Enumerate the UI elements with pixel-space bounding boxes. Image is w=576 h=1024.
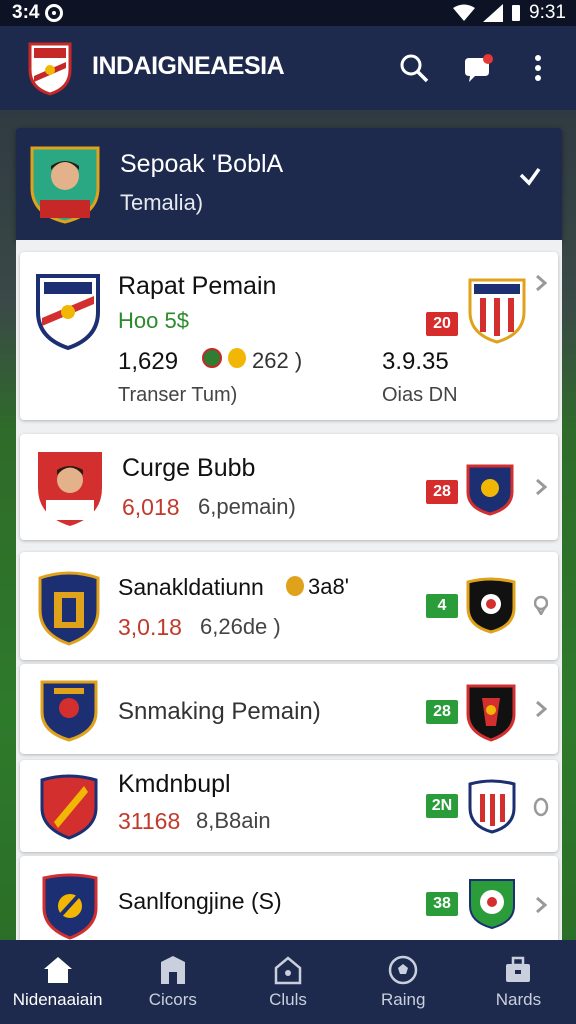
card-title: Kmdnbupl xyxy=(118,770,231,798)
medal-icon xyxy=(286,576,304,596)
nav-label: Nards xyxy=(495,990,542,1009)
card-label: Transer Tum) xyxy=(118,384,238,406)
card-right-label: Oias DN xyxy=(382,384,458,406)
status-left: 3:4 xyxy=(12,2,64,24)
status-time-left: 3:4 xyxy=(12,2,40,23)
chevron-right-icon[interactable] xyxy=(530,476,552,498)
card-title: Snmaking Pemain) xyxy=(118,698,321,725)
player-avatar xyxy=(30,146,100,224)
card-title: Curge Bubb xyxy=(122,454,256,482)
list-item[interactable]: Kmdnbupl 31168 8,B8ain 2N xyxy=(20,760,558,852)
nav-item-clubs[interactable]: Cluls xyxy=(230,940,345,1024)
rating-badge: 28 xyxy=(426,700,458,724)
card-value-suffix: 6,pemain) xyxy=(198,494,296,519)
card-value: 31168 xyxy=(118,808,181,834)
opponent-crest xyxy=(466,577,516,634)
club-crest xyxy=(42,873,98,940)
rating-badge: 28 xyxy=(426,480,458,504)
nav-item-cicors[interactable]: Cicors xyxy=(115,940,230,1024)
card-value-suffix: 8,B8ain xyxy=(196,808,271,833)
card-title-suffix: 3a8' xyxy=(308,574,349,599)
status-time: 9:31 xyxy=(529,2,566,23)
notification-icon xyxy=(45,4,64,22)
list-panel: Rapat Pemain Hoo 5$ 1,629 262 ) Transer … xyxy=(16,240,562,948)
building-icon xyxy=(160,956,185,984)
card-value: Hoo 5$ xyxy=(118,308,189,333)
list-item[interactable]: Sanakldatiunn 3a8' 3,0.18 6,26de ) 4 xyxy=(20,552,558,660)
notifications-button[interactable] xyxy=(458,48,498,88)
battery-icon xyxy=(512,5,521,21)
opponent-crest xyxy=(466,464,514,516)
chevron-right-icon[interactable] xyxy=(530,272,552,294)
more-options-button[interactable] xyxy=(518,48,558,88)
chevron-collapse-icon xyxy=(519,167,541,186)
house-outline-icon xyxy=(274,956,302,985)
card-stat-primary: 1,629 xyxy=(118,348,179,375)
card-title: Sanakldatiunn xyxy=(118,574,264,600)
card-value: 6,018 xyxy=(122,494,180,520)
search-button[interactable] xyxy=(394,48,434,88)
pin-icon[interactable] xyxy=(530,594,552,616)
list-item[interactable]: Rapat Pemain Hoo 5$ 1,629 262 ) Transer … xyxy=(20,252,558,420)
nav-label: Nidenaaiain xyxy=(12,990,103,1009)
more-vertical-icon xyxy=(535,55,541,81)
card-right-value: 3.9.35 xyxy=(382,348,449,375)
loading-icon[interactable] xyxy=(530,796,552,818)
rating-badge: 4 xyxy=(426,594,458,618)
list-item[interactable]: Sanlfongjine (S) 38 xyxy=(20,856,558,948)
profile-header[interactable]: Sepoak 'BoblA Temalia) xyxy=(16,128,562,240)
opponent-crest xyxy=(468,779,516,834)
opponent-crest xyxy=(469,879,515,930)
nav-item-ranking[interactable]: Raing xyxy=(346,940,461,1024)
card-stat-secondary: 262 ) xyxy=(252,348,303,373)
status-bar: 3:4 9:31 xyxy=(0,0,576,26)
home-icon xyxy=(43,957,72,983)
profile-subtitle: Temalia) xyxy=(120,190,204,215)
card-value-suffix: 6,26de ) xyxy=(200,614,281,639)
signal-icon xyxy=(483,4,504,22)
rating-badge: 38 xyxy=(426,892,458,916)
card-title: Rapat Pemain xyxy=(118,272,277,300)
bottom-navigation: Nidenaaiain Cicors Cluls Raing Nards xyxy=(0,940,576,1024)
club-crest xyxy=(38,571,100,646)
soccer-ball-icon xyxy=(388,955,418,985)
nav-item-home[interactable]: Nidenaaiain xyxy=(0,940,115,1024)
medal-icon xyxy=(228,348,246,368)
app-bar: INDAIGNEAESIA xyxy=(0,26,576,110)
club-crest xyxy=(40,680,98,742)
wifi-icon xyxy=(453,4,476,21)
opponent-crest xyxy=(466,684,516,742)
status-right: 9:31 xyxy=(453,2,566,24)
card-value: 3,0.18 xyxy=(118,614,182,640)
profile-name: Sepoak 'BoblA xyxy=(120,150,284,178)
club-crest xyxy=(40,774,98,840)
club-crest xyxy=(36,274,100,350)
nav-item-nards[interactable]: Nards xyxy=(461,940,576,1024)
app-title: INDAIGNEAESIA xyxy=(92,52,285,80)
app-logo-crest xyxy=(28,42,72,96)
nav-label: Cluls xyxy=(269,990,307,1009)
list-item[interactable]: Snmaking Pemain) 28 xyxy=(20,664,558,754)
rating-badge: 2N xyxy=(426,794,458,818)
list-item[interactable]: Curge Bubb 6,018 6,pemain) 28 xyxy=(20,434,558,540)
opponent-crest xyxy=(468,278,526,344)
coin-icon xyxy=(202,348,222,368)
collapse-toggle[interactable] xyxy=(512,158,548,194)
chat-notification-icon xyxy=(465,54,493,82)
nav-label: Raing xyxy=(381,990,426,1009)
search-icon xyxy=(400,54,429,83)
briefcase-icon xyxy=(506,956,531,982)
chevron-right-icon[interactable] xyxy=(530,894,552,916)
card-title: Sanlfongjine (S) xyxy=(118,888,282,914)
chevron-right-icon[interactable] xyxy=(530,698,552,720)
nav-label: Cicors xyxy=(148,990,197,1009)
rating-badge: 20 xyxy=(426,312,458,336)
player-crest xyxy=(38,452,102,526)
